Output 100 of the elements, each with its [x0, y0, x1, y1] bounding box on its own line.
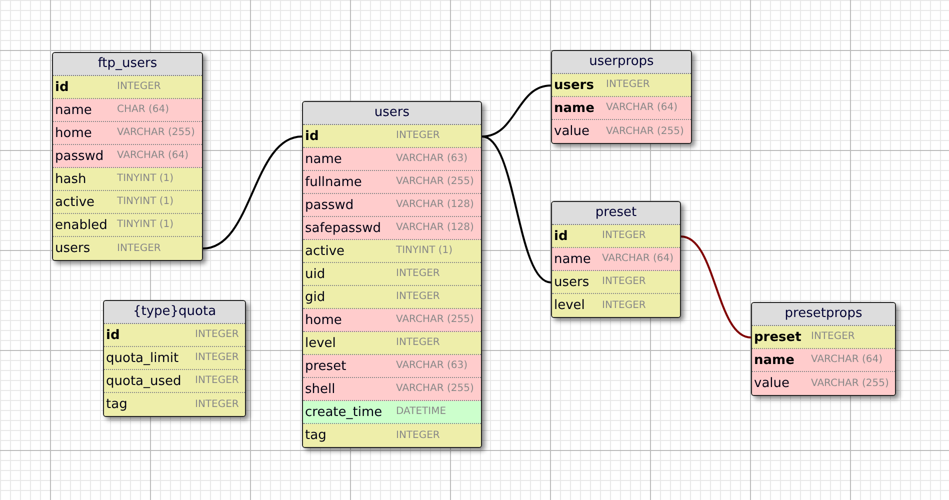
- field-type: DATETIME: [395, 407, 448, 417]
- table-row[interactable]: value VARCHAR (255): [752, 372, 895, 395]
- field-name: id: [305, 130, 320, 142]
- field-type: INTEGER: [116, 244, 162, 254]
- table-row[interactable]: quota_used INTEGER: [104, 370, 245, 393]
- field-name: level: [305, 336, 337, 350]
- table-row[interactable]: hash TINYINT (1): [53, 168, 202, 191]
- field-type: INTEGER: [194, 400, 240, 410]
- field-type: VARCHAR (64): [116, 151, 190, 161]
- field-name: level: [554, 299, 586, 312]
- table-row[interactable]: id INTEGER: [552, 225, 680, 248]
- table-title[interactable]: {type}quota: [104, 301, 245, 324]
- field-name: active: [55, 196, 96, 208]
- field-name: name: [305, 152, 343, 166]
- table-row[interactable]: name VARCHAR (64): [552, 97, 691, 120]
- field-name: safepasswd: [305, 222, 382, 234]
- table-title[interactable]: users: [303, 102, 481, 125]
- table-row[interactable]: id INTEGER: [53, 76, 202, 99]
- table-row[interactable]: users INTEGER: [552, 74, 691, 97]
- field-name: quota_limit: [106, 352, 180, 364]
- field-type: VARCHAR (255): [605, 126, 685, 136]
- table-row[interactable]: passwd VARCHAR (128): [303, 194, 481, 217]
- field-name: tag: [305, 429, 328, 442]
- field-name: home: [305, 314, 343, 326]
- field-type: TINYINT (1): [395, 246, 454, 256]
- table-row[interactable]: gid INTEGER: [303, 286, 481, 309]
- table-row[interactable]: active TINYINT (1): [53, 191, 202, 214]
- field-name: quota_used: [106, 374, 182, 388]
- table-title[interactable]: preset: [552, 202, 680, 225]
- table-row[interactable]: tag INTEGER: [303, 424, 481, 447]
- field-type: INTEGER: [116, 82, 162, 92]
- field-type: VARCHAR (255): [395, 177, 475, 187]
- table-row[interactable]: name VARCHAR (64): [752, 349, 895, 372]
- table-title[interactable]: userprops: [552, 51, 691, 74]
- field-type: INTEGER: [395, 430, 441, 440]
- field-name: preset: [754, 330, 802, 344]
- field-type: VARCHAR (64): [810, 355, 884, 365]
- field-name: create_time: [305, 406, 384, 418]
- field-name: tag: [106, 398, 128, 411]
- field-type: INTEGER: [810, 332, 856, 342]
- table-row[interactable]: preset INTEGER: [752, 326, 895, 349]
- table-title[interactable]: presetprops: [752, 303, 895, 326]
- table-row[interactable]: id INTEGER: [104, 324, 245, 347]
- field-name: name: [55, 104, 93, 116]
- field-type: VARCHAR (64): [601, 254, 674, 264]
- field-type: INTEGER: [395, 292, 441, 302]
- table-row[interactable]: name VARCHAR (63): [303, 148, 481, 171]
- table-row[interactable]: quota_limit INTEGER: [104, 347, 245, 370]
- table-row[interactable]: home VARCHAR (255): [303, 309, 481, 332]
- table-row[interactable]: value VARCHAR (255): [552, 120, 691, 143]
- field-type: VARCHAR (63): [395, 154, 468, 164]
- field-type: VARCHAR (128): [395, 223, 475, 233]
- field-name: users: [55, 242, 92, 255]
- field-type: VARCHAR (255): [395, 384, 475, 394]
- field-type: INTEGER: [194, 376, 240, 386]
- table-row[interactable]: enabled TINYINT (1): [53, 214, 202, 237]
- field-type: INTEGER: [395, 338, 441, 348]
- table-row[interactable]: active TINYINT (1): [303, 240, 481, 263]
- field-type: INTEGER: [601, 277, 647, 287]
- table-row[interactable]: level INTEGER: [552, 294, 680, 317]
- field-type: TINYINT (1): [116, 220, 175, 230]
- table-row[interactable]: safepasswd VARCHAR (128): [303, 217, 481, 240]
- field-type: INTEGER: [194, 353, 240, 363]
- table-row[interactable]: uid INTEGER: [303, 263, 481, 286]
- table-row[interactable]: passwd VARCHAR (64): [53, 145, 202, 168]
- field-name: id: [55, 80, 70, 94]
- field-name: uid: [305, 268, 326, 280]
- field-type: INTEGER: [194, 330, 240, 340]
- table-row[interactable]: preset VARCHAR (63): [303, 355, 481, 378]
- table-row[interactable]: users INTEGER: [53, 237, 202, 260]
- field-type: VARCHAR (63): [395, 361, 468, 371]
- field-type: INTEGER: [395, 269, 441, 279]
- field-type: VARCHAR (64): [605, 103, 678, 113]
- field-type: CHAR (64): [116, 105, 170, 115]
- field-name: value: [754, 377, 791, 390]
- table-row[interactable]: tag INTEGER: [104, 393, 245, 416]
- field-name: passwd: [305, 198, 355, 212]
- table-row[interactable]: fullname VARCHAR (255): [303, 171, 481, 194]
- field-name: users: [554, 78, 595, 92]
- field-name: hash: [55, 172, 88, 186]
- field-name: enabled: [55, 218, 108, 232]
- table-row[interactable]: shell VARCHAR (255): [303, 378, 481, 401]
- field-name: name: [554, 102, 596, 114]
- table-row[interactable]: create_time DATETIME: [303, 401, 481, 424]
- table-row[interactable]: level INTEGER: [303, 332, 481, 355]
- field-name: preset: [305, 360, 348, 372]
- table-row[interactable]: users INTEGER: [552, 271, 680, 294]
- field-type: VARCHAR (255): [395, 315, 475, 325]
- table-row[interactable]: name VARCHAR (64): [552, 248, 680, 271]
- table-row[interactable]: home VARCHAR (255): [53, 122, 202, 145]
- table-row[interactable]: id INTEGER: [303, 125, 481, 148]
- table-title[interactable]: ftp_users: [53, 53, 202, 76]
- field-type: INTEGER: [601, 300, 647, 310]
- field-type: VARCHAR (255): [116, 128, 196, 138]
- field-name: active: [305, 244, 346, 258]
- field-name: gid: [305, 290, 326, 304]
- field-name: passwd: [55, 150, 105, 162]
- field-type: INTEGER: [605, 80, 651, 90]
- table-row[interactable]: name CHAR (64): [53, 99, 202, 122]
- field-name: value: [554, 125, 591, 138]
